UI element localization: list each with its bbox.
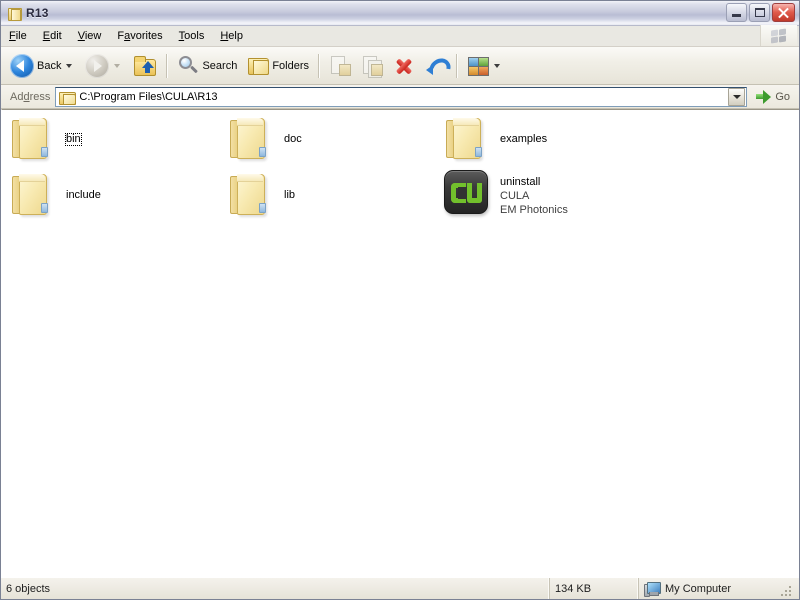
address-bar: Address C:\Program Files\CULA\R13 Go [1, 85, 799, 109]
windows-flag-icon [771, 28, 787, 43]
list-item[interactable]: bin [10, 116, 210, 166]
status-object-count: 6 objects [1, 578, 550, 599]
menu-edit[interactable]: Edit [35, 27, 70, 45]
folder-icon [444, 116, 492, 164]
menu-help[interactable]: Help [212, 27, 251, 45]
item-name: doc [284, 133, 302, 145]
views-button[interactable] [462, 49, 508, 83]
forward-dropdown-icon [114, 63, 121, 68]
menu-bar: File Edit View Favorites Tools Help [1, 25, 799, 47]
list-item[interactable]: examples [444, 116, 644, 166]
folder-icon [10, 116, 58, 164]
folders-label: Folders [272, 59, 310, 72]
copy-to-folder-icon [361, 55, 384, 78]
views-dropdown-icon[interactable] [494, 63, 501, 68]
folder-icon [59, 90, 77, 105]
folder-icon [228, 172, 276, 220]
list-item[interactable]: include [10, 172, 210, 222]
window-title: R13 [26, 6, 49, 20]
search-label: Search [202, 59, 238, 72]
window-controls [726, 3, 795, 22]
item-name: bin [65, 133, 82, 146]
go-label: Go [775, 90, 790, 103]
address-path-text: C:\Program Files\CULA\R13 [79, 90, 218, 103]
folder-up-icon [133, 55, 157, 77]
up-button[interactable] [128, 49, 162, 83]
item-subtitle: EM Photonics [500, 204, 568, 216]
back-label: Back [37, 59, 62, 72]
list-item[interactable]: lib [228, 172, 428, 222]
undo-arrow-icon [425, 53, 455, 83]
status-location-text: My Computer [665, 582, 732, 595]
magnifier-icon [177, 55, 199, 77]
menu-file[interactable]: File [1, 27, 35, 45]
toolbar-separator [166, 53, 169, 78]
copy-to-button [356, 49, 388, 83]
cula-app-icon [444, 170, 492, 218]
explorer-window: R13 File Edit View Favorites Tools Help … [0, 0, 800, 600]
status-size: 134 KB [550, 578, 639, 599]
menu-favorites[interactable]: Favorites [109, 27, 170, 45]
forward-button [80, 49, 128, 83]
windows-flag-badge [760, 25, 797, 46]
folder-icon [247, 56, 270, 76]
arrow-right-icon [85, 53, 110, 78]
folder-icon [10, 172, 58, 220]
my-computer-icon [644, 581, 661, 597]
title-bar: R13 [1, 1, 799, 26]
move-to-button [324, 49, 356, 83]
resize-grip[interactable] [778, 583, 792, 597]
back-dropdown-icon[interactable] [66, 63, 73, 68]
item-name: examples [500, 133, 548, 145]
toolbar-separator [318, 53, 321, 78]
delete-button[interactable] [388, 49, 420, 83]
folder-icon [228, 116, 276, 164]
back-button[interactable]: Back [5, 49, 80, 83]
window-folder-icon [6, 6, 22, 21]
close-button[interactable] [772, 3, 795, 22]
status-bar: 6 objects 134 KB My Computer [1, 577, 799, 599]
move-to-folder-icon [329, 55, 352, 77]
file-list-view[interactable]: bin doc examples include lib uninstall C… [1, 109, 799, 577]
views-tiles-icon [467, 56, 490, 76]
address-dropdown-button[interactable] [728, 87, 746, 106]
folders-button[interactable]: Folders [242, 49, 314, 83]
address-input[interactable]: C:\Program Files\CULA\R13 [55, 86, 748, 107]
minimize-button[interactable] [726, 3, 747, 22]
status-object-count-text: 6 objects [6, 582, 51, 595]
arrow-left-icon [10, 53, 34, 78]
go-button[interactable]: Go [751, 86, 796, 108]
search-button[interactable]: Search [172, 49, 242, 83]
maximize-button[interactable] [749, 3, 770, 22]
address-label: Address [10, 90, 51, 103]
list-item[interactable]: uninstall CULA EM Photonics [444, 170, 644, 220]
menu-view[interactable]: View [70, 27, 110, 45]
item-name: uninstall [500, 176, 541, 188]
delete-x-icon [393, 56, 415, 76]
list-item[interactable]: doc [228, 116, 428, 166]
item-name: include [66, 189, 101, 201]
menu-tools[interactable]: Tools [171, 27, 213, 45]
undo-button[interactable] [420, 49, 455, 83]
toolbar-separator [456, 53, 459, 78]
status-location: My Computer [639, 578, 799, 599]
toolbar: Back Search Folders [1, 47, 799, 85]
status-size-text: 134 KB [555, 582, 592, 595]
item-subtitle: CULA [500, 190, 530, 202]
chevron-down-icon [732, 94, 741, 99]
green-arrow-icon [755, 89, 772, 104]
item-name: lib [284, 189, 296, 201]
